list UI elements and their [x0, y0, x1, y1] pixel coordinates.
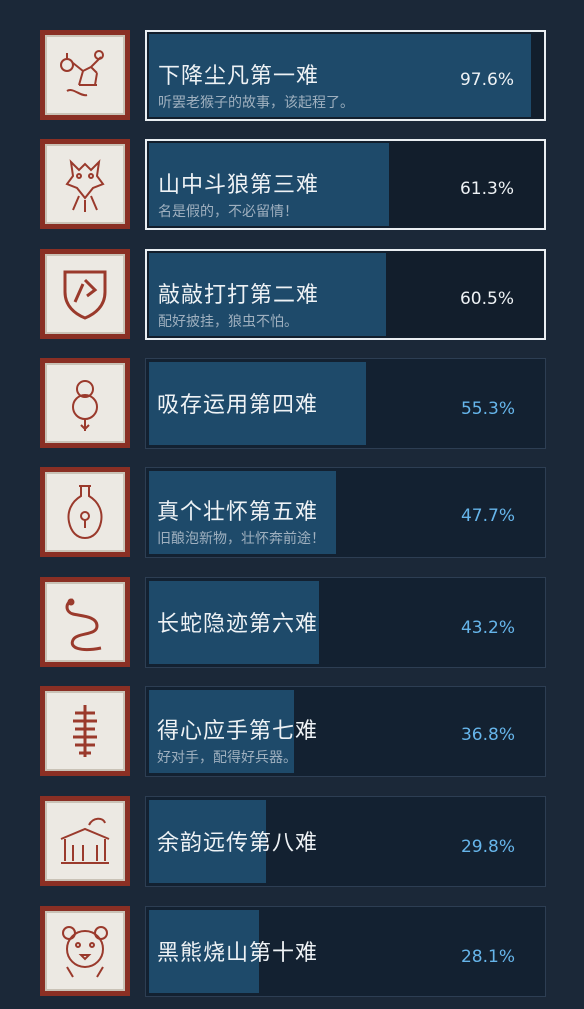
- achievement-list: 下降尘凡第一难 听罢老猴子的故事，该起程了。 97.6% 山中斗狼第三难 名是假…: [0, 0, 584, 1009]
- achievement-panel: 下降尘凡第一难 听罢老猴子的故事，该起程了。 97.6%: [145, 30, 546, 121]
- achievement-percent: 60.5%: [459, 289, 514, 309]
- achievement-percent: 29.8%: [460, 837, 515, 857]
- vase-icon: [67, 485, 103, 540]
- achievement-title: 敲敲打打第二难: [158, 283, 320, 308]
- achievement-icon-frame: [40, 796, 130, 886]
- achievement-row[interactable]: 敲敲打打第二难 配好披挂，狼虫不怕。 60.5%: [0, 249, 584, 341]
- achievement-description: 旧酿泡新物，壮怀奔前途！: [157, 531, 325, 547]
- achievement-panel: 得心应手第七难 好对手，配得好兵器。 36.8%: [145, 686, 546, 777]
- achievement-icon-frame: [40, 30, 130, 120]
- achievement-icon-frame: [40, 249, 130, 339]
- achievement-panel: 真个壮怀第五难 旧酿泡新物，壮怀奔前途！ 47.7%: [145, 467, 546, 558]
- achievement-panel: 黑熊烧山第十难 28.1%: [145, 906, 546, 997]
- achievement-icon-frame: [40, 906, 130, 996]
- achievement-row[interactable]: 吸存运用第四难 55.3%: [0, 358, 584, 450]
- achievement-panel: 山中斗狼第三难 名是假的，不必留情！ 61.3%: [145, 139, 546, 230]
- achievement-percent: 97.6%: [459, 70, 514, 90]
- achievement-title: 得心应手第七难: [157, 719, 319, 744]
- achievement-title: 长蛇隐迹第六难: [157, 612, 319, 637]
- achievement-row[interactable]: 真个壮怀第五难 旧酿泡新物，壮怀奔前途！ 47.7%: [0, 467, 584, 559]
- achievement-percent: 36.8%: [460, 725, 515, 745]
- achievement-title: 黑熊烧山第十难: [157, 941, 319, 966]
- spine-icon: [73, 705, 97, 757]
- snake-icon: [65, 598, 102, 652]
- monkey-icon: [60, 50, 104, 97]
- achievement-percent: 55.3%: [460, 399, 515, 419]
- achievement-title: 余韵远传第八难: [157, 831, 319, 856]
- bear-icon: [62, 926, 108, 978]
- achievement-icon-frame: [40, 577, 130, 667]
- achievement-title: 吸存运用第四难: [157, 393, 319, 418]
- achievement-panel: 长蛇隐迹第六难 43.2%: [145, 577, 546, 668]
- achievement-row[interactable]: 得心应手第七难 好对手，配得好兵器。 36.8%: [0, 686, 584, 778]
- temple-icon: [60, 817, 110, 864]
- gourd-icon: [72, 380, 98, 431]
- achievement-panel: 敲敲打打第二难 配好披挂，狼虫不怕。 60.5%: [145, 249, 546, 340]
- achievement-row[interactable]: 长蛇隐迹第六难 43.2%: [0, 577, 584, 669]
- achievement-percent: 28.1%: [460, 947, 515, 967]
- achievement-icon-frame: [40, 467, 130, 557]
- achievement-title: 下降尘凡第一难: [158, 64, 320, 89]
- achievement-panel: 余韵远传第八难 29.8%: [145, 796, 546, 887]
- achievement-row[interactable]: 下降尘凡第一难 听罢老猴子的故事，该起程了。 97.6%: [0, 30, 584, 122]
- achievement-row[interactable]: 余韵远传第八难 29.8%: [0, 796, 584, 888]
- achievement-icon-frame: [40, 358, 130, 448]
- achievement-percent: 43.2%: [460, 618, 515, 638]
- achievement-panel: 吸存运用第四难 55.3%: [145, 358, 546, 449]
- achievement-icon-frame: [40, 686, 130, 776]
- achievement-percent: 61.3%: [459, 179, 514, 199]
- achievement-description: 好对手，配得好兵器。: [157, 750, 297, 766]
- achievement-icon-frame: [40, 139, 130, 229]
- achievement-title: 山中斗狼第三难: [158, 173, 320, 198]
- achievement-description: 听罢老猴子的故事，该起程了。: [158, 95, 354, 111]
- shield-icon: [63, 270, 107, 320]
- wolf-icon: [65, 159, 105, 212]
- achievement-percent: 47.7%: [460, 506, 515, 526]
- achievement-title: 真个壮怀第五难: [157, 500, 319, 525]
- achievement-row[interactable]: 黑熊烧山第十难 28.1%: [0, 906, 584, 998]
- achievement-row[interactable]: 山中斗狼第三难 名是假的，不必留情！ 61.3%: [0, 139, 584, 231]
- achievement-description: 配好披挂，狼虫不怕。: [158, 314, 298, 330]
- achievement-description: 名是假的，不必留情！: [158, 204, 298, 220]
